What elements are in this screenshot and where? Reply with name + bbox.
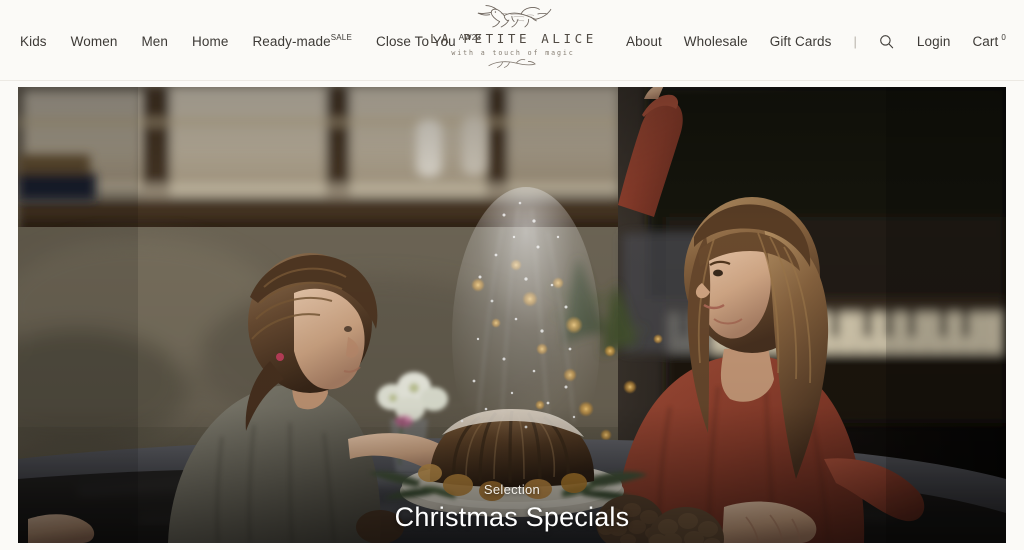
flourish-icon: [488, 59, 536, 68]
nav-item-kids[interactable]: Kids: [20, 34, 47, 50]
nav-item-women[interactable]: Women: [71, 34, 118, 50]
nav-label: Men: [141, 34, 169, 49]
logo-tagline: with a touch of magic: [451, 49, 575, 57]
nav-separator: |: [853, 34, 857, 49]
nav-label: Kids: [20, 34, 47, 49]
nav-item-wholesale[interactable]: Wholesale: [684, 34, 748, 50]
search-icon[interactable]: [879, 33, 895, 49]
nav-label: Wholesale: [683, 34, 748, 49]
cart-link[interactable]: Cart 0: [972, 32, 1006, 50]
hero-image: [18, 87, 1006, 543]
nav-badge-sale: SALE: [330, 32, 352, 42]
nav-label: About: [626, 34, 662, 49]
logo-wordmark: LA PETITE ALICE: [430, 31, 597, 46]
nav-label: Gift Cards: [769, 34, 832, 49]
nav-label: Login: [916, 34, 951, 49]
nav-label: Home: [192, 34, 229, 49]
nav-label: Cart: [972, 34, 999, 49]
nav-item-gift-cards[interactable]: Gift Cards: [770, 34, 832, 50]
login-link[interactable]: Login: [917, 34, 951, 50]
site-header: Kids Women Men Home Ready-madeSALE Close…: [0, 0, 1024, 81]
cart-count-badge: 0: [1001, 32, 1006, 42]
hero-banner[interactable]: Selection Christmas Specials: [18, 87, 1006, 543]
nav-item-ready-made[interactable]: Ready-madeSALE: [252, 32, 352, 50]
running-hare-icon: [477, 5, 552, 28]
nav-item-about[interactable]: About: [626, 34, 662, 50]
nav-label: Women: [70, 34, 118, 49]
utility-navigation: About Wholesale Gift Cards | Login Cart 0: [626, 32, 1006, 50]
nav-item-home[interactable]: Home: [192, 34, 228, 50]
site-logo[interactable]: LA PETITE ALICE with a touch of magic: [412, 4, 612, 70]
hero-illustration: [18, 87, 1006, 543]
nav-label: Ready-made: [252, 34, 331, 49]
nav-item-men[interactable]: Men: [141, 34, 168, 50]
